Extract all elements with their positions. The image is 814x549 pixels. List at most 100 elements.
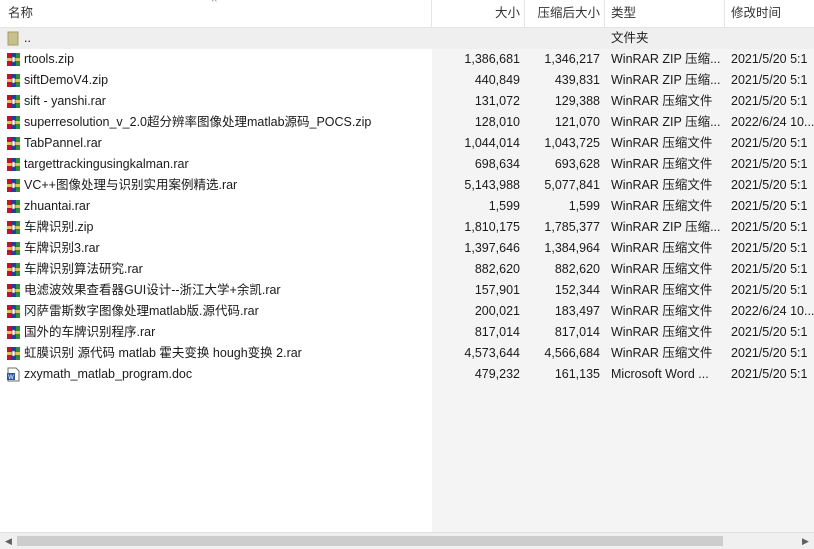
archive-icon [6, 136, 21, 151]
file-type: WinRAR 压缩文件 [611, 262, 713, 276]
archive-icon [6, 157, 21, 172]
file-size: 200,021 [474, 304, 520, 318]
file-packed-size: 121,070 [554, 115, 600, 129]
file-type: WinRAR ZIP 压缩... [611, 52, 721, 66]
file-row[interactable]: 车牌识别3.rar 1,397,646 1,384,964 WinRAR 压缩文件 20… [0, 238, 814, 259]
file-modified-time: 2021/5/20 5:1 [731, 73, 808, 87]
file-modified-time: 2021/5/20 5:1 [731, 346, 808, 360]
file-name: TabPannel.rar [24, 136, 102, 150]
file-type: 文件夹 [611, 31, 649, 45]
archive-icon [6, 241, 21, 256]
file-type: WinRAR 压缩文件 [611, 346, 713, 360]
file-packed-size: 1,346,217 [544, 52, 600, 66]
file-type: Microsoft Word ... [611, 367, 709, 381]
scroll-left-arrow-icon[interactable]: ◀ [0, 533, 17, 549]
file-modified-time: 2022/6/24 10... [731, 115, 814, 129]
column-header-size[interactable]: 大小 [432, 0, 520, 27]
file-row[interactable]: 车牌识别.zip 1,810,175 1,785,377 WinRAR ZIP 压缩.… [0, 217, 814, 238]
file-size: 1,810,175 [464, 220, 520, 234]
file-list[interactable]: .. 文件夹 rtools.zip 1,386,681 1,346,217 WinRAR … [0, 28, 814, 532]
archive-icon [6, 304, 21, 319]
file-modified-time: 2021/5/20 5:1 [731, 94, 808, 108]
file-packed-size [524, 28, 600, 49]
column-header-type[interactable]: 类型 [611, 0, 721, 27]
file-name: rtools.zip [24, 52, 75, 66]
file-packed-size: 1,384,964 [544, 241, 600, 255]
file-packed-size: 129,388 [554, 94, 600, 108]
file-name: 车牌识别.zip [24, 220, 94, 234]
file-modified-time: 2021/5/20 5:1 [731, 283, 808, 297]
scroll-right-arrow-icon[interactable]: ▶ [797, 533, 814, 549]
file-type: WinRAR 压缩文件 [611, 136, 713, 150]
file-type: WinRAR 压缩文件 [611, 325, 713, 339]
file-modified-time: 2021/5/20 5:1 [731, 136, 808, 150]
column-header-packed-size[interactable]: 压缩后大小 [524, 0, 600, 27]
file-row[interactable]: TabPannel.rar 1,044,014 1,043,725 WinRAR 压缩… [0, 133, 814, 154]
file-packed-size: 152,344 [554, 283, 600, 297]
file-packed-size: 183,497 [554, 304, 600, 318]
file-size: 440,849 [474, 73, 520, 87]
file-name: targettrackingusingkalman.rar [24, 157, 189, 171]
file-name: 车牌识别3.rar [24, 241, 100, 255]
archive-icon [6, 283, 21, 298]
column-header-modified[interactable]: 修改时间 [731, 0, 814, 27]
file-packed-size: 4,566,684 [544, 346, 600, 360]
file-row[interactable]: rtools.zip 1,386,681 1,346,217 WinRAR ZIP 压… [0, 49, 814, 70]
file-type: WinRAR 压缩文件 [611, 304, 713, 318]
file-type: WinRAR 压缩文件 [611, 283, 713, 297]
column-divider[interactable] [604, 0, 605, 27]
file-modified-time: 2021/5/20 5:1 [731, 241, 808, 255]
file-row[interactable]: superresolution_v_2.0超分辨率图像处理matlab源码_PO… [0, 112, 814, 133]
file-row[interactable]: sift - yanshi.rar 131,072 129,388 WinRAR 压缩… [0, 91, 814, 112]
file-size: 1,397,646 [464, 241, 520, 255]
file-size: 4,573,644 [464, 346, 520, 360]
file-size: 479,232 [474, 367, 520, 381]
file-name: VC++图像处理与识别实用案例精选.rar [24, 178, 238, 192]
file-packed-size: 693,628 [554, 157, 600, 171]
file-modified-time: 2021/5/20 5:1 [731, 157, 808, 171]
archive-icon [6, 325, 21, 340]
file-row[interactable]: 国外的车牌识别程序.rar 817,014 817,014 WinRAR 压缩文件 20… [0, 322, 814, 343]
file-size: 5,143,988 [464, 178, 520, 192]
file-modified-time: 2021/5/20 5:1 [731, 178, 808, 192]
file-name: zxymath_matlab_program.doc [24, 367, 193, 381]
file-modified-time: 2021/5/20 5:1 [731, 220, 808, 234]
file-row[interactable]: zhuantai.rar 1,599 1,599 WinRAR 压缩文件 2021/5/… [0, 196, 814, 217]
column-divider[interactable] [724, 0, 725, 27]
file-name: 冈萨雷斯数字图像处理matlab版.源代码.rar [24, 304, 259, 318]
column-header-bar: 名称 ^ 大小 压缩后大小 类型 修改时间 [0, 0, 814, 28]
file-row[interactable]: 虹膜识别 源代码 matlab 霍夫变换 hough变换 2.rar 4,573,… [0, 343, 814, 364]
file-name: siftDemoV4.zip [24, 73, 109, 87]
parent-folder-row[interactable]: .. 文件夹 [0, 28, 814, 49]
file-name: .. [24, 31, 31, 45]
file-size: 128,010 [474, 115, 520, 129]
file-row[interactable]: Wzxymath_matlab_program.doc 479,232 161,13… [0, 364, 814, 385]
file-modified-time: 2021/5/20 5:1 [731, 262, 808, 276]
file-size: 157,901 [474, 283, 520, 297]
horizontal-scrollbar[interactable]: ◀ ▶ [0, 532, 814, 549]
file-type: WinRAR 压缩文件 [611, 94, 713, 108]
archive-icon [6, 178, 21, 193]
file-packed-size: 1,043,725 [544, 136, 600, 150]
file-row[interactable]: targettrackingusingkalman.rar 698,634 693,… [0, 154, 814, 175]
file-row[interactable]: 车牌识别算法研究.rar 882,620 882,620 WinRAR 压缩文件 202… [0, 259, 814, 280]
file-row[interactable]: 冈萨雷斯数字图像处理matlab版.源代码.rar 200,021 183,497 W… [0, 301, 814, 322]
file-name: 电滤波效果查看器GUI设计--浙江大学+余凯.rar [24, 283, 281, 297]
file-type: WinRAR 压缩文件 [611, 178, 713, 192]
file-packed-size: 161,135 [554, 367, 600, 381]
file-size: 1,599 [488, 199, 520, 213]
scrollbar-thumb[interactable] [17, 536, 723, 546]
file-modified-time: 2021/5/20 5:1 [731, 199, 808, 213]
column-header-name[interactable]: 名称 [8, 0, 428, 27]
file-row[interactable]: 电滤波效果查看器GUI设计--浙江大学+余凯.rar 157,901 152,344… [0, 280, 814, 301]
file-row[interactable]: VC++图像处理与识别实用案例精选.rar 5,143,988 5,077,841 W… [0, 175, 814, 196]
archive-icon [6, 199, 21, 214]
archive-icon [6, 94, 21, 109]
file-packed-size: 5,077,841 [544, 178, 600, 192]
file-packed-size: 817,014 [554, 325, 600, 339]
file-row[interactable]: siftDemoV4.zip 440,849 439,831 WinRAR ZIP 压… [0, 70, 814, 91]
file-name: superresolution_v_2.0超分辨率图像处理matlab源码_PO… [24, 115, 372, 129]
svg-text:W: W [8, 374, 14, 381]
file-name: 虹膜识别 源代码 matlab 霍夫变换 hough变换 2.rar [24, 346, 302, 360]
file-type: WinRAR ZIP 压缩... [611, 220, 721, 234]
